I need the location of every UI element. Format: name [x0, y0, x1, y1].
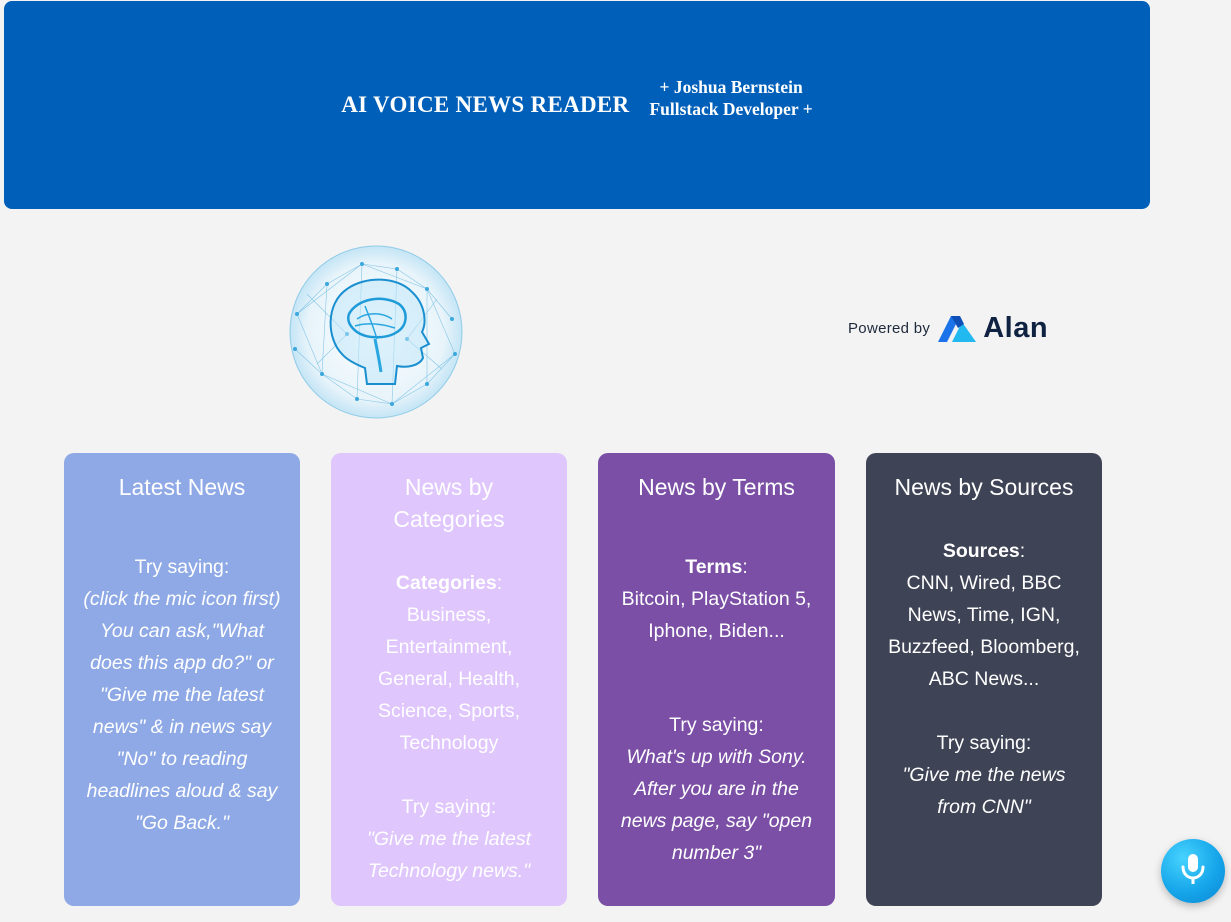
try-saying-label: Try saying:: [669, 714, 764, 736]
author-name: + Joshua Bernstein: [659, 77, 803, 97]
categories-info: Categories:: [349, 567, 549, 599]
author-byline: + Joshua Bernstein Fullstack Developer +: [649, 76, 812, 120]
info-separator: :: [496, 572, 503, 594]
info-label: Categories: [395, 572, 497, 594]
card-news-by-terms[interactable]: News by Terms Terms: Bitcoin, PlayStatio…: [598, 453, 835, 906]
app-header: AI VOICE NEWS READER + Joshua Bernstein …: [4, 1, 1150, 209]
try-saying-label: Try saying:: [401, 796, 497, 818]
card-title: News by Sources: [894, 474, 1074, 500]
try-saying-label: Try saying:: [936, 732, 1032, 754]
categories-list: Business, Entertainment, General, Health…: [378, 604, 520, 754]
card-title: Latest News: [118, 474, 246, 500]
terms-list: Bitcoin, PlayStation 5, Iphone, Biden...: [621, 588, 812, 642]
sources-list: CNN, Wired, BBC News, Time, IGN, Buzzfee…: [888, 572, 1080, 690]
try-saying-label: Try saying:: [134, 556, 230, 578]
card-title: News by Categories: [393, 474, 505, 532]
card-news-by-categories[interactable]: News by Categories Categories: Business,…: [331, 453, 567, 906]
info-label: Terms: [685, 556, 743, 578]
info-separator: :: [1019, 540, 1026, 562]
alan-brand-name: Alan: [983, 311, 1049, 344]
card-title: News by Terms: [638, 474, 795, 500]
example-phrase: "Give me the latest Technology news.": [366, 828, 532, 882]
brain-network-sphere-image: [287, 244, 465, 420]
alan-logo-icon: [938, 314, 978, 342]
mic-button[interactable]: [1161, 839, 1225, 903]
microphone-icon: [1179, 852, 1207, 891]
example-phrase: "Give me the news from CNN": [902, 764, 1066, 818]
info-separator: :: [742, 556, 748, 578]
author-role: Fullstack Developer +: [649, 99, 813, 119]
terms-info: Terms:: [616, 551, 817, 583]
sources-info: Sources:: [884, 535, 1084, 567]
powered-by-alan[interactable]: Powered by Alan: [848, 312, 1048, 344]
powered-by-label: Powered by: [848, 319, 931, 337]
app-title: AI VOICE NEWS READER: [341, 92, 630, 117]
card-news-by-sources[interactable]: News by Sources Sources: CNN, Wired, BBC…: [866, 453, 1102, 906]
example-phrase: What's up with Sony. After you are in th…: [620, 746, 813, 864]
info-label: Sources: [942, 540, 1020, 562]
card-latest-news[interactable]: Latest News Try saying: (click the mic i…: [64, 453, 300, 906]
example-phrase: (click the mic icon first) You can ask,"…: [83, 588, 281, 834]
